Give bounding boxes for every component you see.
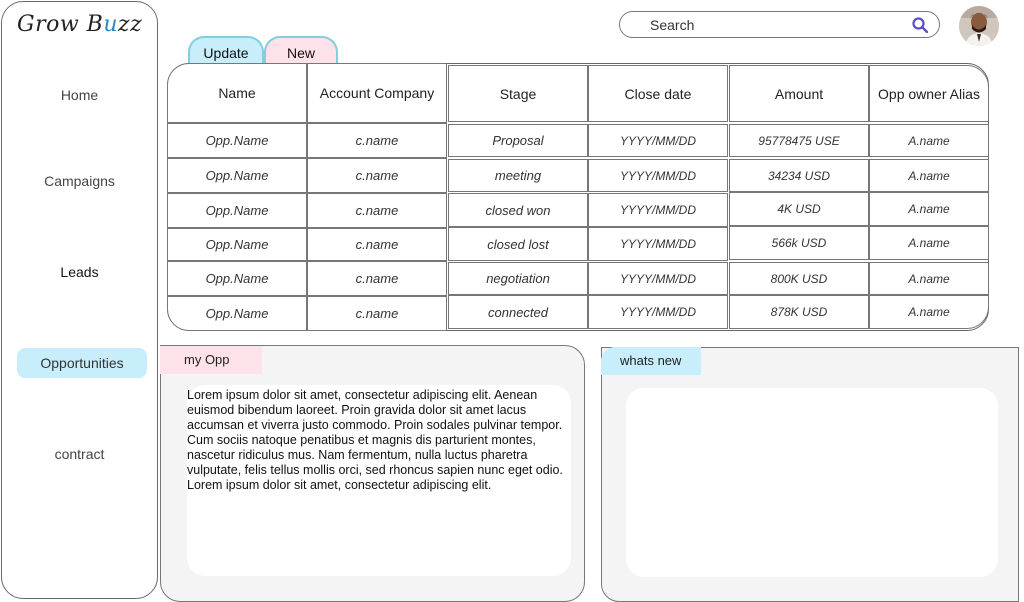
table-cell-company[interactable]: c.name <box>307 193 447 228</box>
table-cell-amount[interactable]: 566k USD <box>729 226 869 260</box>
app-logo[interactable]: Grow Buzz <box>17 12 142 37</box>
sidebar-item-opportunities[interactable]: Opportunities <box>17 348 147 378</box>
table-cell-owner[interactable]: A.name <box>869 124 989 157</box>
table-cell-owner[interactable]: A.name <box>869 226 989 260</box>
search-input[interactable]: Search <box>619 11 940 38</box>
table-cell-owner[interactable]: A.name <box>869 295 989 329</box>
table-cell-close-date[interactable]: YYYY/MM/DD <box>588 295 728 329</box>
column-header-opp-owner-alias[interactable]: Opp owner Alias <box>869 65 989 122</box>
my-opp-tab[interactable]: my Opp <box>160 346 262 374</box>
table-cell-company[interactable]: c.name <box>307 228 447 261</box>
whats-new-tab[interactable]: whats new <box>601 347 701 375</box>
sidebar-item-contract[interactable]: contract <box>1 446 158 462</box>
column-header-stage[interactable]: Stage <box>448 65 588 122</box>
table-cell-close-date[interactable]: YYYY/MM/DD <box>588 227 728 261</box>
column-header-close-date[interactable]: Close date <box>588 65 728 122</box>
table-cell-name[interactable]: Opp.Name <box>167 228 307 261</box>
sidebar-item-leads[interactable]: Leads <box>1 264 158 280</box>
table-cell-close-date[interactable]: YYYY/MM/DD <box>588 159 728 192</box>
table-cell-amount[interactable]: 4K USD <box>729 192 869 226</box>
table-cell-owner[interactable]: A.name <box>869 262 989 295</box>
table-cell-stage[interactable]: negotiation <box>448 262 588 295</box>
table-cell-close-date[interactable]: YYYY/MM/DD <box>588 193 728 227</box>
sidebar-item-home[interactable]: Home <box>1 87 158 103</box>
sidebar-item-campaigns[interactable]: Campaigns <box>1 173 158 189</box>
search-label: Search <box>650 17 695 33</box>
column-header-amount[interactable]: Amount <box>729 65 869 122</box>
column-header-name[interactable]: Name <box>167 63 307 123</box>
table-cell-amount[interactable]: 34234 USD <box>729 159 869 192</box>
table-cell-company[interactable]: c.name <box>307 261 447 296</box>
column-header-account-company[interactable]: Account Company <box>307 63 447 123</box>
table-cell-stage[interactable]: closed lost <box>448 227 588 261</box>
table-cell-stage[interactable]: connected <box>448 295 588 329</box>
tab-new[interactable]: New <box>264 36 338 66</box>
table-cell-name[interactable]: Opp.Name <box>167 261 307 296</box>
table-cell-company[interactable]: c.name <box>307 158 447 193</box>
table-cell-amount[interactable]: 800K USD <box>729 262 869 295</box>
table-cell-stage[interactable]: Proposal <box>448 124 588 157</box>
table-cell-name[interactable]: Opp.Name <box>167 158 307 193</box>
table-cell-company[interactable]: c.name <box>307 296 447 331</box>
table-cell-close-date[interactable]: YYYY/MM/DD <box>588 262 728 295</box>
search-icon[interactable] <box>912 17 928 33</box>
table-cell-owner[interactable]: A.name <box>869 192 989 226</box>
tab-update[interactable]: Update <box>188 36 264 66</box>
whats-new-content-area <box>626 388 998 577</box>
table-cell-name[interactable]: Opp.Name <box>167 296 307 331</box>
table-cell-company[interactable]: c.name <box>307 123 447 158</box>
table-cell-owner[interactable]: A.name <box>869 159 989 192</box>
table-cell-amount[interactable]: 95778475 USE <box>729 124 869 157</box>
table-cell-close-date[interactable]: YYYY/MM/DD <box>588 124 728 157</box>
my-opp-body-text: Lorem ipsum dolor sit amet, consectetur … <box>187 388 563 492</box>
table-cell-stage[interactable]: meeting <box>448 159 588 192</box>
table-cell-name[interactable]: Opp.Name <box>167 193 307 228</box>
avatar[interactable] <box>959 6 999 46</box>
table-cell-name[interactable]: Opp.Name <box>167 123 307 158</box>
table-cell-stage[interactable]: closed won <box>448 193 588 227</box>
table-cell-amount[interactable]: 878K USD <box>729 295 869 329</box>
avatar-icon <box>959 6 999 46</box>
